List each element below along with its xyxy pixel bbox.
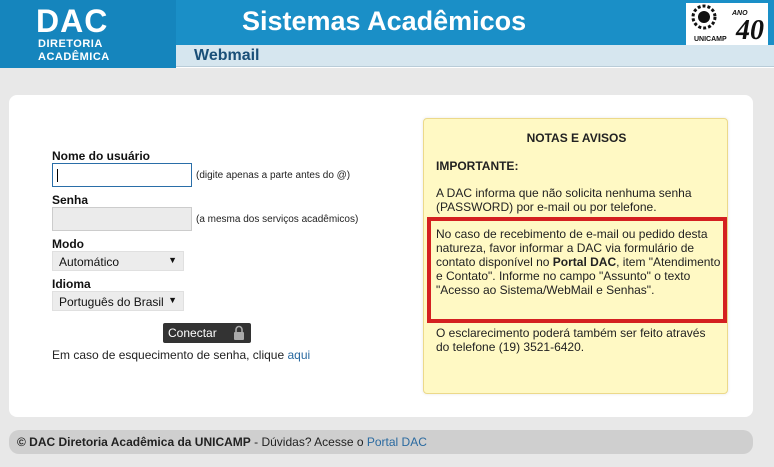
forgot-password-link[interactable]: aqui	[288, 348, 311, 362]
dac-logo-line1: DIRETORIA	[38, 38, 103, 50]
notes-paragraph-2: No caso de recebimento de e-mail ou pedi…	[436, 227, 721, 297]
password-input[interactable]	[52, 207, 192, 231]
notes-title: NOTAS E AVISOS	[526, 131, 627, 145]
mode-select[interactable]: Automático ▼	[52, 251, 184, 271]
unicamp-emblem-icon	[691, 4, 717, 30]
notes-paragraph-3: O esclarecimento poderá também ser feito…	[436, 326, 706, 354]
page-title: Sistemas Acadêmicos	[242, 6, 527, 36]
connect-button-label: Conectar	[168, 326, 217, 340]
mode-label: Modo	[52, 237, 84, 251]
footer: © DAC Diretoria Acadêmica da UNICAMP - D…	[9, 430, 753, 454]
page-subtitle: Webmail	[194, 47, 260, 64]
username-label: Nome do usuário	[52, 149, 151, 163]
unicamp-logo-text: UNICAMP	[694, 36, 727, 43]
lock-icon	[234, 325, 244, 340]
unicamp-logo: UNICAMP ANO 40	[686, 3, 768, 45]
footer-copyright: © DAC Diretoria Acadêmica da UNICAMP	[17, 435, 251, 449]
notes-panel: NOTAS E AVISOS IMPORTANTE: A DAC informa…	[423, 118, 728, 394]
header: DAC DIRETORIA ACADÊMICA Sistemas Acadêmi…	[0, 0, 774, 68]
language-select[interactable]: Português do Brasil ▼	[52, 291, 184, 311]
forgot-password-label: Em caso de esquecimento de senha, clique	[52, 348, 285, 362]
dac-logo: DAC DIRETORIA ACADÊMICA	[0, 0, 176, 68]
notes-paragraph-1: A DAC informa que não solicita nenhuma s…	[436, 186, 692, 214]
text-caret	[57, 169, 58, 182]
notes-important-heading: IMPORTANTE:	[436, 159, 519, 173]
dac-logo-line2: ACADÊMICA	[38, 51, 110, 63]
anniversary-number: 40	[735, 15, 764, 45]
footer-portal-link[interactable]: Portal DAC	[367, 435, 427, 449]
portal-dac-mention: Portal DAC	[552, 255, 617, 269]
dropdown-arrow-icon: ▼	[168, 295, 177, 305]
language-select-value: Português do Brasil	[59, 295, 164, 309]
language-label: Idioma	[52, 277, 91, 291]
mode-select-value: Automático	[59, 255, 120, 269]
connect-button[interactable]: Conectar	[163, 323, 251, 343]
dac-logo-text: DAC	[36, 3, 109, 39]
dropdown-arrow-icon: ▼	[168, 255, 177, 265]
username-input[interactable]	[52, 163, 192, 187]
username-hint: (digite apenas a parte antes do @)	[196, 170, 351, 181]
forgot-password-text: Em caso de esquecimento de senha, clique…	[52, 348, 310, 362]
footer-text: - Dúvidas? Acesse o	[250, 435, 367, 449]
password-label: Senha	[52, 193, 89, 207]
password-hint: (a mesma dos serviços acadêmicos)	[196, 214, 359, 225]
